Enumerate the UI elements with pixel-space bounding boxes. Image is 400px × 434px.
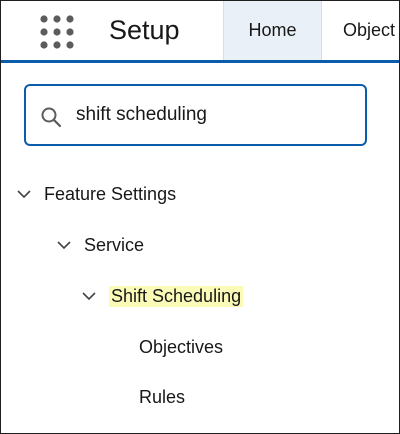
tree-item-rules[interactable]: Rules	[139, 382, 185, 412]
tree-item-label: Service	[84, 234, 145, 255]
chevron-down-icon[interactable]	[81, 288, 97, 304]
app-launcher-grid-icon[interactable]	[39, 14, 75, 50]
tree-item-objectives[interactable]: Objectives	[139, 332, 223, 362]
app-title: Setup	[109, 15, 180, 45]
search-icon	[40, 106, 62, 128]
tab-objects[interactable]: Object	[343, 1, 395, 60]
chevron-down-icon[interactable]	[16, 186, 32, 202]
tree-item-shift-scheduling[interactable]: Shift Scheduling	[81, 281, 244, 311]
tree-item-label: Shift Scheduling	[109, 285, 244, 307]
search-input[interactable]	[76, 98, 356, 132]
quick-find-search[interactable]	[24, 84, 367, 146]
tab-home[interactable]: Home	[223, 1, 322, 60]
tree-item-label: Objectives	[139, 336, 224, 357]
setup-panel: Setup Home Object Feature Settings Servi…	[0, 0, 400, 434]
tree-item-service[interactable]: Service	[56, 230, 144, 260]
chevron-down-icon[interactable]	[56, 237, 72, 253]
header-bar: Setup Home Object	[1, 1, 399, 60]
tree-item-label: Rules	[139, 386, 186, 407]
tree-item-label: Feature Settings	[44, 183, 177, 204]
tree-item-feature-settings[interactable]: Feature Settings	[16, 179, 176, 209]
header-underline	[1, 60, 399, 63]
